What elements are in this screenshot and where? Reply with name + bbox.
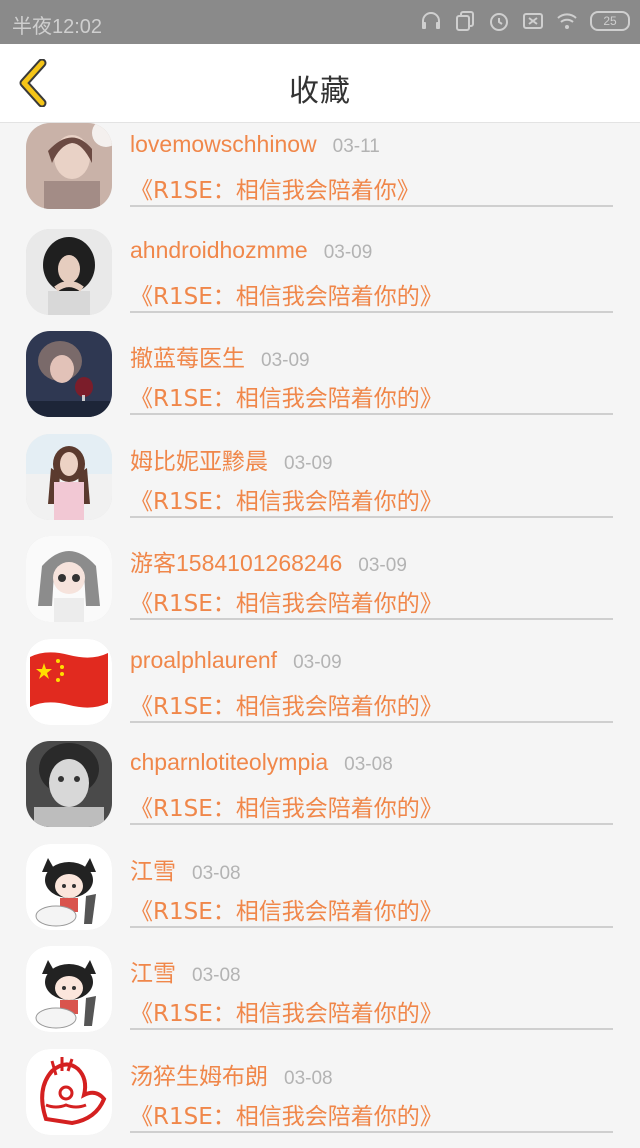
favorite-title[interactable]: 《R1SE：相信我会陪着你的》 — [130, 379, 443, 413]
favorite-list-item[interactable]: chparnlotiteolympia 03-08 《R1SE：相信我会陪着你的》 — [0, 738, 640, 841]
user-name: lovemowschhinow 03-11 — [130, 131, 380, 158]
user-avatar[interactable] — [26, 946, 112, 1032]
user-name: 姆比妮亚黪晨 03-09 — [130, 442, 333, 476]
user-name-text: 江雪 — [130, 858, 176, 884]
favorite-title[interactable]: 《R1SE：相信我会陪着你的》 — [130, 277, 443, 311]
favorite-list-item[interactable]: 江雪 03-08 《R1SE：相信我会陪着你的》 — [0, 841, 640, 944]
row-divider — [130, 823, 613, 825]
user-avatar[interactable] — [26, 331, 112, 417]
status-icons: 25 — [420, 10, 630, 32]
user-name-text: lovemowschhinow — [130, 131, 317, 157]
sim-off-icon — [522, 10, 544, 32]
alarm-icon — [488, 10, 510, 32]
avatar-photo-wine — [26, 331, 112, 417]
user-name: 撤蓝莓医生 03-09 — [130, 339, 310, 373]
user-avatar[interactable] — [26, 229, 112, 315]
favorite-title[interactable]: 《R1SE：相信我会陪着你的》 — [130, 994, 443, 1028]
user-name: ahndroidhozmme 03-09 — [130, 237, 372, 264]
user-avatar[interactable] — [26, 844, 112, 930]
row-divider — [130, 413, 613, 415]
avatar-photo-bw-child — [26, 741, 112, 827]
favorite-date: 03-08 — [344, 754, 393, 775]
favorite-date: 03-09 — [324, 242, 373, 263]
row-divider — [130, 721, 613, 723]
status-bar: 半夜12:02 25 — [0, 0, 640, 44]
user-name: proalphlaurenf 03-09 — [130, 647, 342, 674]
row-divider — [130, 311, 613, 313]
favorite-list-item[interactable]: 撤蓝莓医生 03-09 《R1SE：相信我会陪着你的》 — [0, 328, 640, 431]
favorite-list-item[interactable]: 游客1584101268246 03-09 《R1SE：相信我会陪着你的》 — [0, 533, 640, 636]
favorite-list-item[interactable]: ahndroidhozmme 03-09 《R1SE：相信我会陪着你的》 — [0, 226, 640, 329]
copy-icon — [454, 10, 476, 32]
avatar-china-flag — [26, 639, 112, 725]
user-name-text: proalphlaurenf — [130, 647, 277, 673]
user-name: 江雪 03-08 — [130, 852, 241, 886]
user-name-text: 汤猝生姆布朗 — [130, 1063, 268, 1089]
avatar-photo-curly-hair — [26, 229, 112, 315]
avatar-papercut-rooster — [26, 1049, 112, 1135]
favorite-title[interactable]: 《R1SE：相信我会陪着你的》 — [130, 687, 443, 721]
user-avatar[interactable] — [26, 1049, 112, 1135]
battery-indicator: 25 — [590, 11, 630, 31]
user-name-text: 江雪 — [130, 960, 176, 986]
favorite-date: 03-09 — [293, 652, 342, 673]
user-name: chparnlotiteolympia 03-08 — [130, 749, 393, 776]
row-divider — [130, 205, 613, 207]
favorite-date: 03-09 — [358, 555, 407, 576]
user-name: 游客1584101268246 03-09 — [130, 544, 407, 578]
favorite-title[interactable]: 《R1SE：相信我会陪着你的》 — [130, 584, 443, 618]
user-name-text: ahndroidhozmme — [130, 237, 308, 263]
favorite-list-item[interactable]: proalphlaurenf 03-09 《R1SE：相信我会陪着你的》 — [0, 636, 640, 739]
wifi-icon — [556, 10, 578, 32]
avatar-cartoon-cat-girl — [26, 844, 112, 930]
user-name-text: 撤蓝莓医生 — [130, 345, 245, 371]
user-name: 汤猝生姆布朗 03-08 — [130, 1057, 333, 1091]
row-divider — [130, 1028, 613, 1030]
row-divider — [130, 618, 613, 620]
page-title: 收藏 — [0, 66, 640, 110]
headphones-icon — [420, 10, 442, 32]
favorite-date: 03-11 — [333, 136, 380, 157]
avatar-cartoon-cat-girl — [26, 946, 112, 1032]
favorite-date: 03-08 — [192, 965, 241, 986]
status-time: 半夜12:02 — [12, 10, 102, 39]
nav-bar: 收藏 — [0, 44, 640, 123]
avatar-photo-woman — [26, 123, 112, 209]
favorite-title[interactable]: 《R1SE：相信我会陪着你》 — [130, 171, 420, 205]
favorite-list-item[interactable]: 汤猝生姆布朗 03-08 《R1SE：相信我会陪着你的》 — [0, 1046, 640, 1148]
user-name-text: 姆比妮亚黪晨 — [130, 448, 268, 474]
favorite-date: 03-09 — [284, 453, 333, 474]
user-name-text: 游客1584101268246 — [130, 550, 342, 576]
user-avatar[interactable] — [26, 434, 112, 520]
row-divider — [130, 516, 613, 518]
favorite-title[interactable]: 《R1SE：相信我会陪着你的》 — [130, 892, 443, 926]
user-name-text: chparnlotiteolympia — [130, 749, 328, 775]
user-avatar[interactable] — [26, 741, 112, 827]
favorite-title[interactable]: 《R1SE：相信我会陪着你的》 — [130, 1097, 443, 1131]
favorite-date: 03-08 — [284, 1068, 333, 1089]
favorite-title[interactable]: 《R1SE：相信我会陪着你的》 — [130, 482, 443, 516]
favorites-list: lovemowschhinow 03-11 《R1SE：相信我会陪着你》 ahndro… — [0, 123, 640, 1148]
row-divider — [130, 926, 613, 928]
favorite-list-item[interactable]: 江雪 03-08 《R1SE：相信我会陪着你的》 — [0, 943, 640, 1046]
favorite-list-item[interactable]: lovemowschhinow 03-11 《R1SE：相信我会陪着你》 — [0, 123, 640, 226]
favorite-date: 03-09 — [261, 350, 310, 371]
user-name: 江雪 03-08 — [130, 954, 241, 988]
avatar-anime-girl — [26, 536, 112, 622]
favorite-list-item[interactable]: 姆比妮亚黪晨 03-09 《R1SE：相信我会陪着你的》 — [0, 431, 640, 534]
favorite-title[interactable]: 《R1SE：相信我会陪着你的》 — [130, 789, 443, 823]
avatar-photo-girl — [26, 434, 112, 520]
user-avatar[interactable] — [26, 639, 112, 725]
row-divider — [130, 1131, 613, 1133]
favorite-date: 03-08 — [192, 863, 241, 884]
user-avatar[interactable] — [26, 123, 112, 209]
user-avatar[interactable] — [26, 536, 112, 622]
